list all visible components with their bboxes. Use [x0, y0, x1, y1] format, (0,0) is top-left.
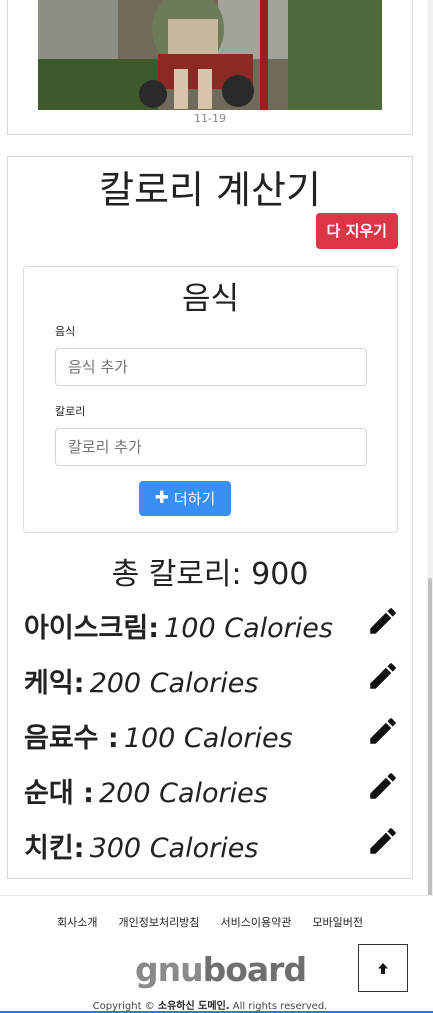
item-name: 케익:	[24, 668, 85, 699]
photo-caption: 11-19	[194, 112, 226, 125]
scroll-top-button[interactable]	[358, 944, 408, 992]
photo-card: 11-19	[7, 0, 413, 135]
food-input[interactable]	[55, 348, 367, 386]
footer-link-company[interactable]: 회사소개	[57, 914, 97, 930]
plus-icon: ✚	[154, 488, 169, 508]
item-name: 순대 :	[24, 778, 94, 809]
item-name: 치킨:	[24, 833, 85, 864]
logo-light: gnu	[135, 950, 204, 989]
item-calories: 300 Calories	[89, 833, 259, 864]
total-value: 900	[251, 557, 309, 592]
item-name: 아이스크림:	[24, 613, 159, 644]
calorie-calculator-card: 칼로리 계산기 다 지우기 음식 음식 칼로리 ✚ 더하기 총 칼로리: 900…	[7, 156, 413, 879]
calorie-label: 칼로리	[55, 405, 86, 418]
item-calories: 200 Calories	[89, 668, 259, 699]
item-calories: 200 Calories	[98, 778, 268, 809]
pencil-icon[interactable]	[366, 824, 400, 858]
add-button-label: 더하기	[173, 490, 216, 508]
total-calories: 총 칼로리: 900	[8, 549, 412, 593]
photo-image[interactable]	[38, 0, 382, 110]
footer-link-mobile[interactable]: 모바일버전	[312, 914, 363, 930]
add-button[interactable]: ✚ 더하기	[139, 481, 231, 516]
form-title: 음식	[181, 281, 240, 317]
list-item: 순대 : 200 Calories	[24, 769, 400, 813]
list-item: 케익: 200 Calories	[24, 659, 400, 703]
list-item: 음료수 : 100 Calories	[24, 714, 400, 758]
food-form: 음식 음식 칼로리 ✚ 더하기	[23, 266, 398, 533]
pencil-icon[interactable]	[366, 659, 400, 693]
logo-bold: board	[202, 950, 307, 989]
footer-link-privacy[interactable]: 개인정보처리방침	[119, 914, 200, 930]
item-calories: 100 Calories	[164, 613, 333, 644]
footer-link-terms[interactable]: 서비스이용약관	[221, 914, 292, 930]
site-footer: 회사소개 개인정보처리방침 서비스이용약관 모바일버전 gnuboard Cop…	[0, 895, 433, 1013]
item-calories: 100 Calories	[123, 723, 293, 754]
gnuboard-logo[interactable]: gnuboard	[135, 950, 307, 989]
scrollbar-thumb[interactable]	[428, 578, 432, 908]
list-item: 치킨: 300 Calories	[24, 824, 400, 868]
list-item: 아이스크림: 100 Calories	[24, 604, 400, 648]
pencil-icon[interactable]	[366, 714, 400, 748]
arrow-up-icon	[378, 962, 388, 974]
pencil-icon[interactable]	[366, 769, 400, 803]
copyright: Copyright © 소유하신 도메인. All rights reserve…	[0, 997, 420, 1012]
food-label: 음식	[55, 325, 76, 338]
calculator-title: 칼로리 계산기	[99, 168, 321, 212]
total-label: 총 칼로리:	[111, 557, 242, 592]
footer-links: 회사소개 개인정보처리방침 서비스이용약관 모바일버전	[0, 914, 420, 930]
pencil-icon[interactable]	[366, 604, 400, 638]
calorie-input[interactable]	[55, 428, 367, 466]
item-name: 음료수 :	[24, 723, 119, 754]
clear-all-button[interactable]: 다 지우기	[315, 213, 398, 249]
